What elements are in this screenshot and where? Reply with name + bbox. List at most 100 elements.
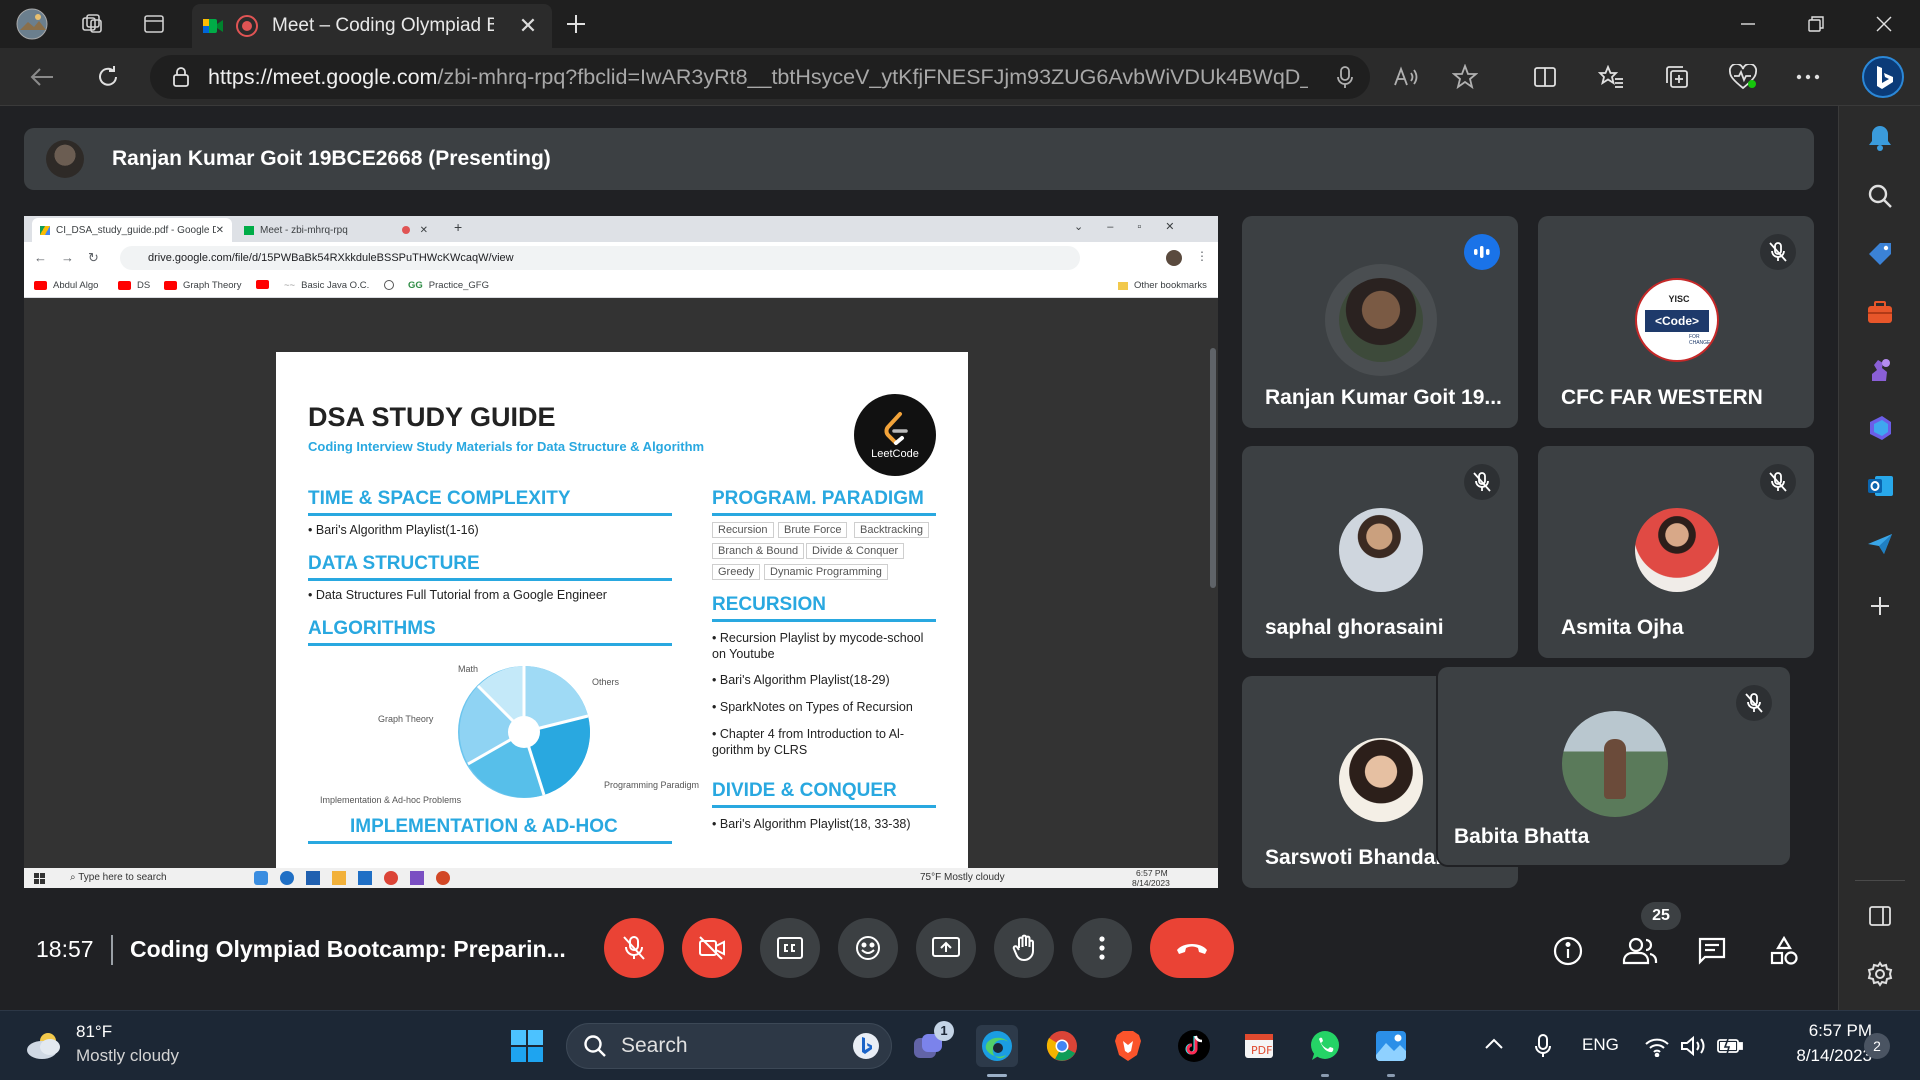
algorithms-pie	[458, 666, 590, 798]
url-text[interactable]: https://meet.google.com/zbi-mhrq-rpq?fbc…	[208, 65, 1308, 90]
teams-chat-icon[interactable]: 1	[908, 1021, 954, 1067]
reactions-button[interactable]	[838, 918, 898, 978]
close-window-button[interactable]	[1850, 0, 1918, 48]
activities-icon[interactable]	[1764, 931, 1804, 971]
address-bar[interactable]: https://meet.google.com/zbi-mhrq-rpq?fbc…	[150, 55, 1370, 99]
people-icon[interactable]	[1620, 931, 1660, 971]
drop-send-icon[interactable]	[1862, 526, 1898, 562]
lock-icon[interactable]	[172, 66, 190, 88]
weather-cloud-icon[interactable]	[24, 1029, 64, 1061]
shopping-tag-icon[interactable]	[1862, 236, 1898, 272]
favorite-star-icon[interactable]	[1447, 59, 1483, 95]
participant-tile-floating[interactable]: Babita Bhatta	[1438, 667, 1790, 865]
section-recursion: RECURSION	[712, 594, 827, 615]
meeting-title: Coding Olympiad Bootcamp: Preparin...	[130, 936, 566, 962]
shared-tab-meet: Meet - zbi-mhrq-rpq ✕	[236, 218, 436, 242]
paradigm-chip: Recursion	[712, 522, 774, 538]
taskbar-clock-date[interactable]: 8/14/2023	[1760, 1046, 1872, 1066]
bing-copilot-icon[interactable]	[1860, 54, 1906, 100]
shared-rec-icon	[401, 226, 410, 234]
meeting-details-info-icon[interactable]	[1548, 931, 1588, 971]
whatsapp-taskbar-icon[interactable]	[1304, 1025, 1346, 1077]
favorites-icon[interactable]	[1593, 59, 1629, 95]
captions-button[interactable]	[760, 918, 820, 978]
microphone-icon[interactable]	[1327, 59, 1363, 95]
outlook-icon[interactable]	[1862, 468, 1898, 504]
bookmark: Graph Theory	[164, 280, 241, 291]
participant-tile[interactable]: Asmita Ojha	[1538, 446, 1814, 658]
tray-overflow-icon[interactable]	[1484, 1037, 1504, 1051]
taskbar-search-placeholder: Search	[621, 1034, 688, 1057]
tiktok-taskbar-icon[interactable]	[1173, 1025, 1215, 1067]
mic-toggle-button[interactable]	[604, 918, 664, 978]
chrome-taskbar-icon[interactable]	[1041, 1025, 1083, 1067]
section-time-space: TIME & SPACE COMPLEXITY	[308, 488, 571, 509]
tab-actions-icon[interactable]	[136, 8, 172, 40]
battery-icon[interactable]	[1716, 1037, 1744, 1055]
participant-tile[interactable]: saphal ghorasaini	[1242, 446, 1518, 658]
present-screen-button[interactable]	[916, 918, 976, 978]
start-button[interactable]	[506, 1025, 548, 1067]
section-data-structure: DATA STRUCTURE	[308, 553, 480, 574]
svg-text:PDF: PDF	[1251, 1044, 1272, 1057]
notification-count-badge[interactable]: 2	[1864, 1033, 1890, 1059]
tray-mic-icon[interactable]	[1534, 1033, 1552, 1059]
paradigm-chip: Dynamic Programming	[764, 564, 888, 580]
participant-tile[interactable]: Ranjan Kumar Goit 19...	[1242, 216, 1518, 428]
tab-meet[interactable]: Meet – Coding Olympiad Bootcamp ✕	[192, 4, 552, 48]
workspaces-icon[interactable]	[74, 8, 110, 40]
weather-description[interactable]: Mostly cloudy	[76, 1046, 179, 1066]
sidebar-search-icon[interactable]	[1862, 178, 1898, 214]
shared-screen[interactable]: CI_DSA_study_guide.pdf - Google D ✕ Meet…	[24, 216, 1218, 888]
tab-title: Meet – Coding Olympiad Bootcamp	[272, 15, 494, 36]
minimize-button[interactable]	[1714, 0, 1782, 48]
mic-off-icon	[1760, 464, 1796, 500]
close-tab-icon[interactable]: ✕	[514, 13, 542, 39]
add-sidebar-app-icon[interactable]	[1862, 588, 1898, 624]
taskbar-clock-time[interactable]: 6:57 PM	[1766, 1021, 1872, 1041]
new-tab-button[interactable]	[558, 8, 594, 40]
taskbar-search-box[interactable]: Search	[566, 1023, 892, 1069]
hide-sidebar-icon[interactable]	[1862, 898, 1898, 934]
shared-tab-pdf: CI_DSA_study_guide.pdf - Google D ✕	[32, 218, 232, 242]
camera-toggle-button[interactable]	[682, 918, 742, 978]
participant-name: Asmita Ojha	[1561, 616, 1684, 639]
chat-icon[interactable]	[1692, 931, 1732, 971]
more-options-icon[interactable]	[1790, 59, 1826, 95]
browser-essentials-icon[interactable]	[1725, 59, 1761, 95]
reload-button[interactable]	[90, 59, 126, 95]
drive-icon	[40, 225, 50, 235]
shared-taskbar-apps	[254, 871, 450, 885]
participant-name: Babita Bhatta	[1454, 825, 1590, 848]
restore-button[interactable]	[1782, 0, 1850, 48]
more-options-button[interactable]	[1072, 918, 1132, 978]
raise-hand-button[interactable]	[994, 918, 1054, 978]
back-button[interactable]	[24, 59, 60, 95]
read-aloud-icon[interactable]	[1388, 59, 1424, 95]
wifi-icon[interactable]	[1644, 1037, 1670, 1057]
sidebar-settings-icon[interactable]	[1862, 956, 1898, 992]
split-screen-icon[interactable]	[1527, 59, 1563, 95]
profile-avatar[interactable]	[14, 8, 50, 40]
microsoft-365-icon[interactable]	[1862, 410, 1898, 446]
volume-icon[interactable]	[1680, 1035, 1708, 1057]
taskbar-search-icon	[584, 1035, 606, 1057]
paradigm-chip: Branch & Bound	[712, 543, 805, 559]
section-implementation: IMPLEMENTATION & AD-HOC	[350, 816, 618, 837]
weather-temperature[interactable]: 81°F	[76, 1022, 112, 1042]
shared-windows-taskbar: ⌕ Type here to search 75°F Mostly cloudy…	[24, 868, 1218, 888]
brave-taskbar-icon[interactable]	[1107, 1025, 1149, 1067]
games-icon[interactable]	[1862, 352, 1898, 388]
notifications-bell-icon[interactable]	[1862, 120, 1898, 156]
participant-tile[interactable]: YISC <Code> FOR CHANGE CFC FAR WESTERN	[1538, 216, 1814, 428]
shared-meet-icon	[244, 225, 254, 235]
url-path: /zbi-mhrq-rpq?fbclid=IwAR3yRt8__tbtHsyce…	[437, 64, 1308, 89]
edge-taskbar-icon[interactable]	[976, 1025, 1018, 1077]
collections-icon[interactable]	[1659, 59, 1695, 95]
pdf-app-taskbar-icon[interactable]: PDF	[1238, 1025, 1280, 1067]
active-app-indicator	[1387, 1074, 1395, 1077]
tools-briefcase-icon[interactable]	[1862, 294, 1898, 330]
leave-call-button[interactable]	[1150, 918, 1234, 978]
language-indicator[interactable]: ENG	[1582, 1035, 1619, 1055]
photos-taskbar-icon[interactable]	[1370, 1025, 1412, 1077]
